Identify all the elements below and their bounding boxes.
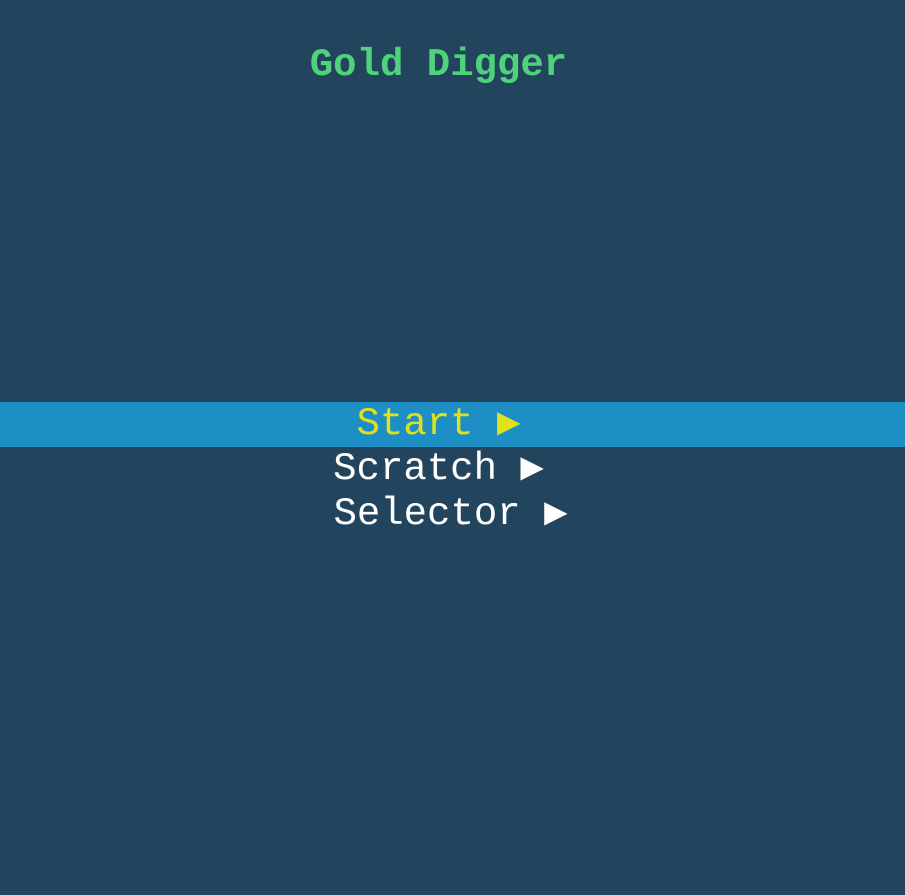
menu-item-scratch[interactable]: Scratch ▶ [0, 447, 905, 492]
menu-item-label: Start [356, 402, 474, 446]
play-arrow-icon: ▶ [544, 492, 568, 536]
play-arrow-icon: ▶ [496, 402, 521, 446]
play-arrow-icon: ▶ [520, 447, 544, 491]
main-menu: Start ▶ Scratch ▶ Selector ▶ [0, 402, 905, 537]
menu-item-start[interactable]: Start ▶ [0, 402, 905, 447]
game-title: Gold Digger [309, 43, 568, 87]
menu-item-label: Selector [333, 492, 521, 536]
menu-item-selector[interactable]: Selector ▶ [0, 492, 905, 537]
menu-item-label: Scratch [333, 447, 497, 491]
